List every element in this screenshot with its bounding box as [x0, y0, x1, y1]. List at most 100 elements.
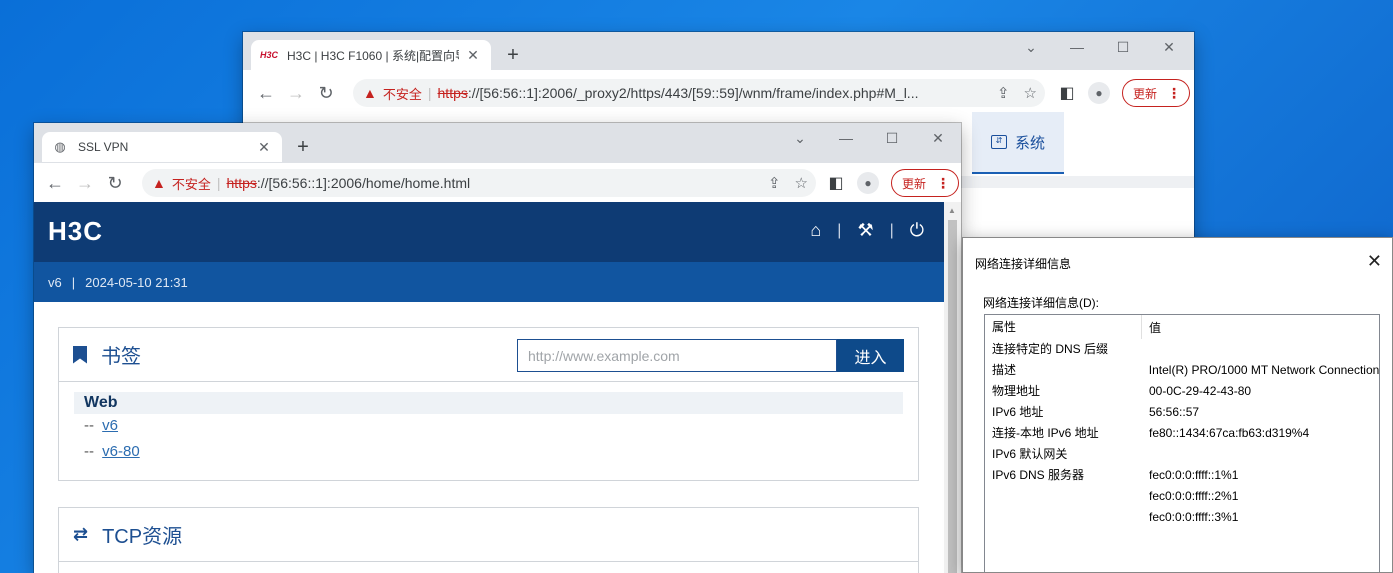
close-window-button[interactable]: ✕: [1146, 38, 1192, 56]
minimize-button[interactable]: —: [823, 129, 869, 147]
network-details-dialog: 网络连接详细信息 ✕ 网络连接详细信息(D): 属性 值 连接特定的 DNS 后…: [962, 237, 1393, 573]
value-cell: [1142, 444, 1149, 465]
update-button[interactable]: 更新 ⋮: [1122, 79, 1191, 107]
link-prefix: --: [84, 443, 94, 460]
table-row: 物理地址 00-0C-29-42-43-80: [985, 381, 1379, 402]
new-tab-button[interactable]: +: [501, 44, 525, 68]
omnibox-actions: ⇪ ☆: [761, 174, 808, 192]
front-tab[interactable]: ◍ SSL VPN ✕: [42, 132, 282, 162]
h3c-logo: H3C: [48, 216, 104, 246]
bookmark-link-v6[interactable]: v6: [102, 417, 118, 434]
update-button[interactable]: 更新 ⋮: [891, 169, 960, 197]
value-cell: [1142, 339, 1149, 360]
bookmark-link-v6-80[interactable]: v6-80: [102, 443, 140, 460]
column-header-value[interactable]: 值: [1142, 319, 1161, 336]
scrollbar-thumb[interactable]: [948, 220, 957, 573]
back-window-controls: ⌄ — ☐ ✕: [1008, 38, 1192, 56]
close-window-button[interactable]: ✕: [915, 129, 961, 147]
profile-avatar-icon[interactable]: ●: [1088, 82, 1110, 104]
update-label: 更新: [1133, 86, 1158, 101]
close-icon[interactable]: ✕: [465, 47, 481, 64]
swap-arrows-icon: ⇄: [73, 524, 89, 544]
vpn-header: H3C ⌂ | ⚒ | ⏻: [34, 202, 944, 262]
user-info-bar: v6 | 2024-05-10 21:31: [34, 262, 944, 302]
star-icon[interactable]: ☆: [795, 174, 808, 192]
vertical-scrollbar[interactable]: ▲: [944, 202, 961, 573]
header-actions: ⌂ | ⚒ | ⏻: [810, 220, 924, 241]
back-toolbar: ← → ↻ ▲ 不安全 | https://[56:56::1]:2006/_p…: [243, 74, 1194, 112]
user-separator: |: [71, 274, 76, 290]
bookmarks-panel-header: 书签 进入: [59, 328, 918, 382]
back-address-bar[interactable]: ▲ 不安全 | https://[56:56::1]:2006/_proxy2/…: [353, 79, 1045, 107]
table-row: IPv6 默认网关: [985, 444, 1379, 465]
go-button[interactable]: 进入: [837, 339, 904, 372]
home-icon[interactable]: ⌂: [810, 220, 821, 241]
maximize-button[interactable]: ☐: [1100, 38, 1146, 56]
scroll-up-icon[interactable]: ▲: [948, 206, 956, 215]
front-address-bar[interactable]: ▲ 不安全 | https://[56:56::1]:2006/home/hom…: [142, 169, 816, 197]
table-row: fec0:0:0:ffff::2%1: [985, 486, 1379, 507]
front-tab-title: SSL VPN: [78, 140, 129, 154]
back-arrow-icon[interactable]: ←: [251, 83, 281, 104]
more-icon: ⋮: [936, 174, 951, 191]
reload-icon[interactable]: ↻: [311, 83, 341, 104]
vpn-page: H3C ⌂ | ⚒ | ⏻ v6 | 2024-05-10 21:31 书签 进…: [34, 202, 944, 573]
h3c-favicon-icon: H3C: [260, 50, 279, 60]
back-tab[interactable]: H3C H3C | H3C F1060 | 系统|配置向导 ✕: [251, 40, 491, 70]
value-cell: 00-0C-29-42-43-80: [1149, 384, 1252, 398]
chevron-down-icon[interactable]: ⌄: [1008, 38, 1054, 56]
omnibox-separator: |: [216, 175, 221, 191]
table-row: IPv6 地址 56:56::57: [985, 402, 1379, 423]
value-cell: fe80::1434:67ca:fb63:d319%4: [1149, 426, 1310, 440]
url-input[interactable]: [517, 339, 837, 372]
value-cell: fec0:0:0:ffff::1%1: [1149, 468, 1239, 482]
dialog-title: 网络连接详细信息: [975, 257, 1072, 271]
maximize-button[interactable]: ☐: [869, 129, 915, 147]
bookmark-group-web: Web: [74, 392, 903, 414]
back-tab-title: H3C | H3C F1060 | 系统|配置向导: [287, 48, 459, 63]
link-prefix: --: [84, 417, 94, 434]
bookmarks-panel: 书签 进入 Web -- v6 -- v6-80: [58, 327, 919, 481]
forward-arrow-icon[interactable]: →: [281, 83, 311, 104]
profile-avatar-icon[interactable]: ●: [857, 172, 879, 194]
share-icon[interactable]: ⇪: [768, 174, 781, 192]
nav-tab-system[interactable]: ⇵ 系统: [972, 112, 1064, 174]
forward-arrow-icon[interactable]: →: [70, 173, 100, 194]
close-icon[interactable]: ✕: [256, 139, 272, 156]
warning-icon: ▲: [363, 85, 377, 101]
table-row: 连接-本地 IPv6 地址 fe80::1434:67ca:fb63:d319%4: [985, 423, 1379, 444]
list-header: 属性 值: [985, 315, 1379, 339]
username: v6: [48, 274, 62, 290]
update-label: 更新: [902, 176, 927, 191]
share-icon[interactable]: ⇪: [997, 84, 1010, 102]
side-panel-icon[interactable]: ◧: [1058, 83, 1076, 103]
power-icon[interactable]: ⏻: [910, 220, 924, 241]
side-panel-icon[interactable]: ◧: [827, 173, 845, 193]
reload-icon[interactable]: ↻: [100, 173, 130, 194]
close-icon[interactable]: ✕: [1367, 251, 1382, 272]
system-settings-icon: ⇵: [990, 135, 1007, 149]
list-item: -- v6-80: [84, 443, 918, 460]
tcp-resources-panel: ⇄ TCP资源: [58, 507, 919, 573]
globe-icon: ◍: [54, 139, 66, 154]
back-arrow-icon[interactable]: ←: [40, 173, 70, 194]
header-separator: |: [837, 221, 842, 239]
dialog-list-label: 网络连接详细信息(D):: [983, 296, 1099, 310]
property-cell: 物理地址: [992, 384, 1041, 398]
column-header-property[interactable]: 属性: [985, 315, 1142, 339]
minimize-button[interactable]: —: [1054, 38, 1100, 56]
property-cell: IPv6 地址: [992, 405, 1044, 419]
chevron-down-icon[interactable]: ⌄: [777, 129, 823, 147]
value-cell: 56:56::57: [1149, 405, 1200, 419]
bookmarks-title: 书签: [101, 346, 141, 368]
warning-icon: ▲: [152, 175, 166, 191]
front-toolbar-right: ◧ ● 更新 ⋮: [827, 169, 960, 197]
property-cell: [985, 507, 1142, 528]
value-cell: Intel(R) PRO/1000 MT Network Connection: [1148, 363, 1379, 377]
value-cell: fec0:0:0:ffff::3%1: [1149, 510, 1239, 524]
front-browser-window: ◍ SSL VPN ✕ + ⌄ — ☐ ✕ ← → ↻ ▲ 不安全 | http…: [34, 123, 961, 573]
wrench-icon[interactable]: ⚒: [857, 220, 873, 241]
details-list[interactable]: 属性 值 连接特定的 DNS 后缀 描述 Intel(R) PRO/1000 MT…: [984, 314, 1380, 572]
star-icon[interactable]: ☆: [1024, 84, 1037, 102]
new-tab-button[interactable]: +: [291, 136, 315, 160]
